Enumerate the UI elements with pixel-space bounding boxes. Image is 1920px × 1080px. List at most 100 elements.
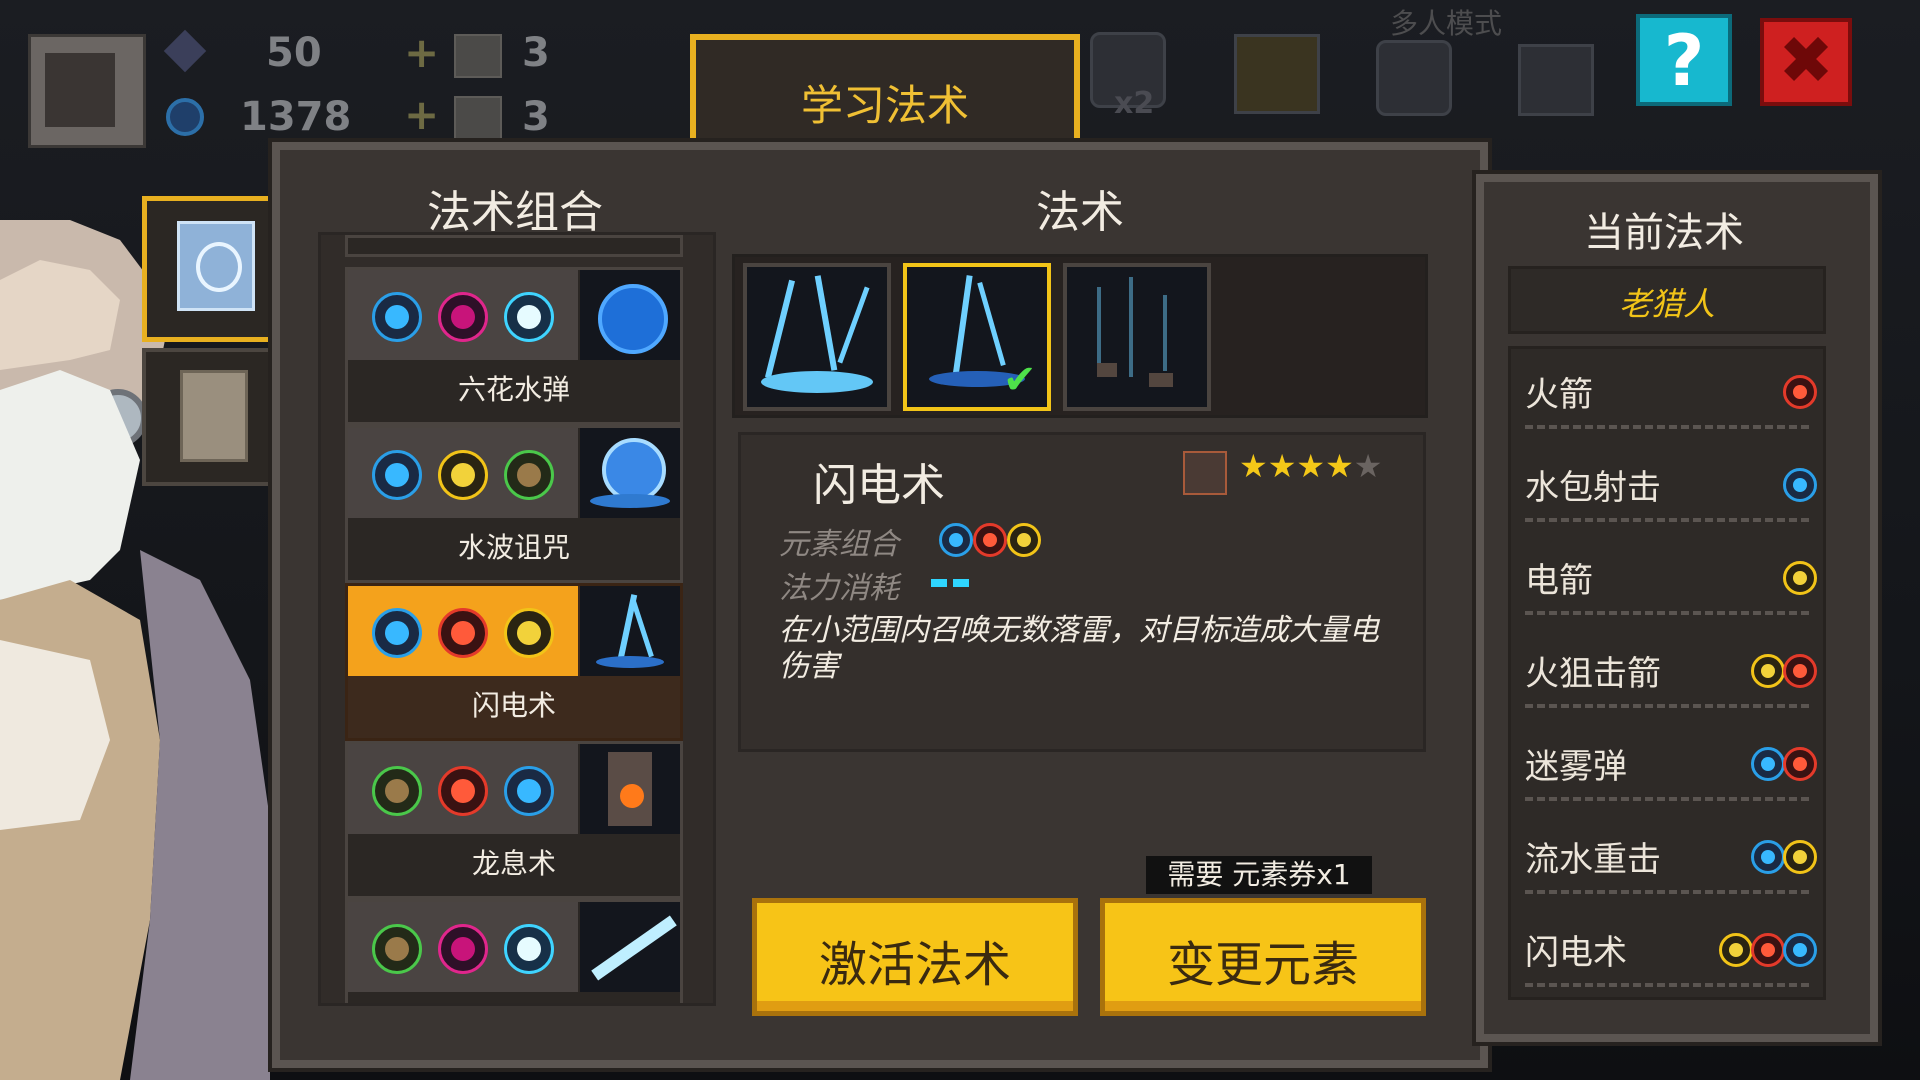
help-button[interactable]: ? [1636, 14, 1732, 106]
bag-icon [454, 96, 502, 140]
current-spell-item[interactable]: 火狙击箭 [1511, 628, 1823, 721]
close-icon: ✖ [1778, 22, 1834, 99]
current-spells-header: 当前法术 [1584, 210, 1744, 256]
electric-element-icon [504, 608, 554, 658]
current-spell-name: 流水重击 [1525, 840, 1661, 880]
spell-description: 在小范围内召唤无数落雷，对目标造成大量电伤害 [779, 613, 1379, 684]
player-portrait[interactable] [28, 34, 146, 148]
crystal-count: 1378 [240, 94, 352, 140]
lightning-spell-icon [580, 586, 680, 676]
combos-header: 法术组合 [427, 187, 603, 238]
star-icon: ★ [1296, 447, 1326, 485]
current-spell-item[interactable]: 迷雾弹 [1511, 721, 1823, 814]
treasure-chest-icon[interactable] [1234, 34, 1320, 114]
star-empty-icon: ★ [1353, 447, 1383, 485]
earth-element-icon [504, 450, 554, 500]
mana-cost-label: 法力消耗 [779, 571, 899, 606]
tab-equipment[interactable] [142, 348, 278, 486]
electric-element-icon [1751, 654, 1785, 688]
water-element-icon [372, 608, 422, 658]
learn-spell-tab: 学习法术 [690, 34, 1080, 150]
multiplayer-mode-label[interactable]: 多人模式 [1390, 2, 1502, 42]
element-combo-label: 元素组合 [779, 527, 899, 562]
combo-name: 六花水弹 [457, 373, 570, 406]
combo-item[interactable]: 龙息术 [345, 741, 683, 899]
change-element-label: 变更元素 [1166, 937, 1359, 993]
current-spell-name: 电箭 [1525, 561, 1593, 601]
spell-variant-2-selected[interactable]: ✔ [903, 263, 1051, 411]
fire-element-icon [438, 766, 488, 816]
magic-element-icon [438, 924, 488, 974]
water-element-icon [372, 292, 422, 342]
combo-item[interactable]: 六花水弹 [345, 267, 683, 425]
ice-lance-spell-icon [580, 902, 680, 992]
combo-list[interactable]: 六花水弹 水波诅咒 闪电术 龙息术 [318, 232, 716, 1006]
item-a-count: 3 [522, 30, 550, 76]
current-spell-name: 火箭 [1525, 375, 1593, 415]
current-spell-item[interactable]: 电箭 [1511, 535, 1823, 628]
water-element-icon [1751, 747, 1785, 781]
spell-header: 法术 [1036, 187, 1124, 238]
requirement-tip: 需要 元素券x1 [1146, 856, 1372, 894]
item-b-count: 3 [522, 94, 550, 140]
spell-variant-1[interactable] [743, 263, 891, 411]
water-element-icon [1783, 933, 1817, 967]
star-icon: ★ [1267, 447, 1297, 485]
star-icon: ★ [1325, 447, 1354, 485]
current-spell-name: 水包射击 [1525, 468, 1661, 508]
bag-icon [454, 34, 502, 78]
star-icon: ★ [1239, 447, 1268, 485]
water-curse-spell-icon [580, 428, 680, 518]
current-spell-name: 闪电术 [1525, 933, 1627, 973]
fire-element-icon [438, 608, 488, 658]
spell-variant-3[interactable] [1063, 263, 1211, 411]
dragon-breath-spell-icon [580, 744, 680, 834]
ice-element-icon [504, 292, 554, 342]
current-spell-item[interactable]: 流水重击 [1511, 814, 1823, 907]
fire-element-icon [973, 523, 1007, 557]
current-spell-item[interactable]: 火箭 [1511, 349, 1823, 442]
fire-element-icon [1783, 747, 1817, 781]
activate-spell-button[interactable]: 激活法术 [752, 898, 1078, 1016]
plus-icon: + [404, 28, 440, 77]
checkmark-icon: ✔ [1003, 357, 1037, 403]
combo-name: 闪电术 [348, 684, 680, 724]
help-icon: ? [1663, 20, 1705, 102]
ice-element-icon [504, 924, 554, 974]
multiplayer-icon[interactable] [1376, 40, 1452, 116]
current-spell-item[interactable]: 闪电术 [1511, 907, 1823, 1000]
combo-item[interactable]: 水波诅咒 [345, 425, 683, 583]
sword-icon [1183, 451, 1227, 495]
fire-element-icon [1751, 933, 1785, 967]
combo-name: 龙息术 [471, 847, 556, 880]
current-spell-item[interactable]: 水包射击 [1511, 442, 1823, 535]
chat-icon[interactable] [1518, 44, 1594, 116]
combo-item[interactable] [345, 899, 683, 1003]
water-element-icon [1751, 840, 1785, 874]
spell-name: 闪电术 [813, 460, 945, 511]
fire-element-icon [1783, 375, 1817, 409]
water-element-icon [1783, 468, 1817, 502]
combo-name: 水波诅咒 [457, 531, 570, 564]
tab-spells[interactable] [142, 196, 280, 342]
combo-item-selected[interactable]: 闪电术 [345, 583, 683, 741]
current-spell-name: 迷雾弹 [1525, 747, 1627, 787]
spell-detail: 闪电术 ★★★★★ 元素组合 法力消耗 在小范围内召唤无数落雷，对目标造成大量电… [738, 432, 1426, 752]
water-element-icon [939, 523, 973, 557]
close-button[interactable]: ✖ [1760, 18, 1852, 106]
electric-element-icon [1719, 933, 1753, 967]
combo-partial-top [345, 235, 683, 257]
spellbook-icon [177, 221, 255, 311]
crystal-icon [166, 98, 204, 136]
electric-element-icon [438, 450, 488, 500]
multiplier-label: x2 [1114, 86, 1155, 121]
owner-box: 老猎人 [1508, 266, 1826, 334]
mana-pip [931, 579, 947, 587]
plus-icon: + [404, 90, 440, 139]
chest-icon [180, 370, 248, 462]
owner-name: 老猎人 [1618, 285, 1715, 323]
magic-element-icon [438, 292, 488, 342]
current-spell-list[interactable]: 火箭 水包射击 电箭 火狙击箭 迷雾弹 流水重击 闪电术 [1508, 346, 1826, 1000]
current-spell-name: 火狙击箭 [1525, 654, 1661, 694]
change-element-button[interactable]: 变更元素 [1100, 898, 1426, 1016]
